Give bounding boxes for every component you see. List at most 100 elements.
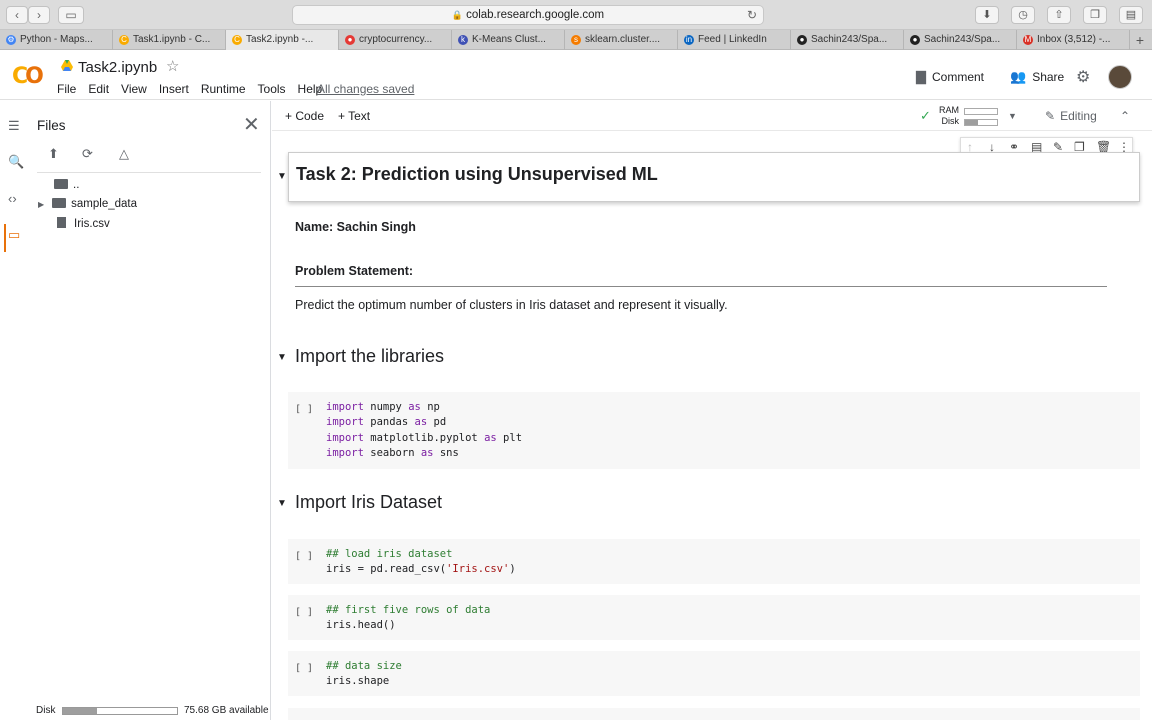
code-cell-load[interactable]: [ ] ## load iris dataset iris = pd.read_… — [288, 539, 1140, 584]
heading-cell[interactable]: Task 2: Prediction using Unsupervised ML — [288, 152, 1140, 202]
run-cell-button[interactable]: [ ] — [295, 607, 313, 618]
gear-icon[interactable]: ⚙ — [1076, 67, 1090, 87]
search-icon[interactable]: 🔍 — [8, 154, 24, 170]
section-caret-icon[interactable]: ▼ — [277, 498, 287, 509]
forward-icon[interactable]: › — [28, 6, 50, 24]
section-heading-libraries: Import the libraries — [295, 346, 445, 366]
back-icon[interactable]: ‹ — [6, 6, 28, 24]
notebook-title[interactable]: Task2.ipynb — [78, 59, 157, 76]
browser-titlebar: ‹ › ▭ 🔒 colab.research.google.com ↻ ⬇ ◷ ⇧… — [0, 0, 1152, 30]
menu-bar: File Edit View Insert Runtime Tools Help — [57, 82, 334, 96]
menu-file[interactable]: File — [57, 82, 76, 96]
download-icon[interactable]: ⬇ — [975, 6, 999, 24]
run-cell-button[interactable]: [ ] — [295, 663, 313, 674]
disk-bar-toolbar — [964, 119, 998, 126]
section-caret-icon[interactable]: ▼ — [277, 352, 287, 363]
tab-overview-icon[interactable]: ❐ — [1083, 6, 1107, 24]
browser-tab[interactable]: C Task2.ipynb -... — [226, 30, 339, 50]
active-rail-indicator — [4, 224, 6, 252]
browser-tab[interactable]: ● Sachin243/Spa... — [791, 30, 904, 50]
pencil-icon: ✎ — [1045, 109, 1056, 123]
favicon-icon: ● — [345, 35, 355, 45]
share-sheet-icon[interactable]: ⇧ — [1047, 6, 1071, 24]
browser-tab[interactable]: M Inbox (3,512) -... — [1017, 30, 1130, 50]
folder-icon[interactable]: ▭ — [8, 227, 20, 243]
code-cell-partial[interactable] — [288, 708, 1140, 720]
favicon-icon: ⚙ — [6, 35, 16, 45]
close-icon[interactable]: ✕ — [243, 112, 260, 137]
code-cell-shape[interactable]: [ ] ## data size iris.shape — [288, 651, 1140, 696]
editing-label: Editing — [1060, 109, 1097, 123]
collapse-header-icon[interactable]: ⌃ — [1120, 109, 1130, 123]
menu-insert[interactable]: Insert — [159, 82, 189, 96]
code-text[interactable]: import numpy as np import pandas as pd i… — [326, 400, 522, 461]
share-label: Share — [1032, 70, 1065, 84]
favicon-icon: ● — [797, 35, 807, 45]
add-text-button[interactable]: + Text — [338, 109, 370, 123]
collapse-caret-icon[interactable]: ▼ — [277, 171, 287, 182]
comment-label: Comment — [932, 70, 985, 84]
history-icon[interactable]: ◷ — [1011, 6, 1035, 24]
browser-tab[interactable]: ⚙ Python - Maps... — [0, 30, 113, 50]
code-cell-head[interactable]: [ ] ## first five rows of data iris.head… — [288, 595, 1140, 640]
chevron-down-icon[interactable]: ▼ — [1008, 111, 1017, 121]
comment-button[interactable]: ▇ Comment — [916, 69, 984, 85]
menu-edit[interactable]: Edit — [88, 82, 109, 96]
new-tab-icon[interactable]: + — [1136, 30, 1144, 50]
tree-label: sample_data — [71, 198, 138, 210]
code-cell-imports[interactable]: [ ] import numpy as np import pandas as … — [288, 392, 1140, 469]
code-snippets-icon[interactable]: ‹› — [8, 191, 17, 206]
resource-labels[interactable]: RAM Disk — [939, 105, 959, 127]
refresh-folder-icon[interactable]: ⟳ — [82, 146, 100, 162]
star-icon[interactable]: ☆ — [166, 57, 179, 75]
avatar[interactable] — [1108, 65, 1132, 89]
browser-tab-label: Python - Maps... — [20, 34, 93, 45]
code-text[interactable]: ## load iris dataset iris = pd.read_csv(… — [326, 547, 516, 578]
browser-tab[interactable]: ● Sachin243/Spa... — [904, 30, 1017, 50]
browser-tab[interactable]: C Task1.ipynb - C... — [113, 30, 226, 50]
toc-icon[interactable]: ☰ — [8, 118, 20, 134]
upload-icon[interactable]: ⬆ — [48, 146, 66, 162]
print-icon[interactable]: ▤ — [1119, 6, 1143, 24]
url-bar[interactable]: 🔒 colab.research.google.com ↻ — [292, 5, 764, 25]
favicon-icon: C — [119, 35, 129, 45]
add-code-label: Code — [295, 109, 325, 123]
menu-view[interactable]: View — [121, 82, 147, 96]
check-icon: ✓ — [920, 108, 931, 123]
save-status[interactable]: All changes saved — [317, 82, 414, 96]
comment-icon: ▇ — [916, 69, 926, 84]
sidebar-toggle-icon[interactable]: ▭ — [58, 6, 84, 24]
browser-tab[interactable]: ● cryptocurrency... — [339, 30, 452, 50]
tree-item-up[interactable]: .. — [54, 179, 79, 197]
run-cell-button[interactable]: [ ] — [295, 404, 313, 415]
files-panel: Files ✕ ⬆ ⟳ △ .. ▶ sample_data Iris.csv D… — [30, 101, 271, 720]
disk-usage-fill — [63, 708, 98, 714]
author-name: Name: Sachin Singh — [295, 220, 416, 234]
tree-item-iris-csv[interactable]: Iris.csv — [54, 217, 110, 235]
reload-icon[interactable]: ↻ — [747, 6, 757, 24]
menu-tools[interactable]: Tools — [258, 82, 286, 96]
browser-tab[interactable]: k K-Means Clust... — [452, 30, 565, 50]
tree-label: Iris.csv — [74, 218, 110, 230]
colab-logo[interactable]: CO — [12, 64, 44, 89]
run-cell-button[interactable]: [ ] — [295, 551, 313, 562]
ram-bar — [964, 108, 998, 115]
browser-tab-label: K-Means Clust... — [472, 34, 546, 45]
section-heading-dataset: Import Iris Dataset — [295, 492, 443, 512]
chevron-right-icon[interactable]: ▶ — [38, 200, 44, 209]
favicon-icon: in — [684, 35, 694, 45]
menu-runtime[interactable]: Runtime — [201, 82, 246, 96]
mount-drive-icon[interactable]: △ — [119, 146, 137, 162]
folder-icon — [52, 198, 67, 208]
browser-tab[interactable]: in Feed | LinkedIn — [678, 30, 791, 50]
code-text[interactable]: ## data size iris.shape — [326, 659, 402, 690]
browser-tab[interactable]: s sklearn.cluster.... — [565, 30, 678, 50]
files-divider — [37, 172, 261, 173]
add-code-button[interactable]: + Code — [285, 109, 324, 123]
people-icon: 👥 — [1010, 69, 1027, 84]
tree-item-sample-data[interactable]: ▶ sample_data — [38, 198, 137, 216]
code-text[interactable]: ## first five rows of data iris.head() — [326, 603, 490, 634]
favicon-icon: s — [571, 35, 581, 45]
editing-mode[interactable]: ✎ Editing — [1045, 109, 1097, 123]
share-button[interactable]: 👥 Share — [1010, 69, 1064, 85]
